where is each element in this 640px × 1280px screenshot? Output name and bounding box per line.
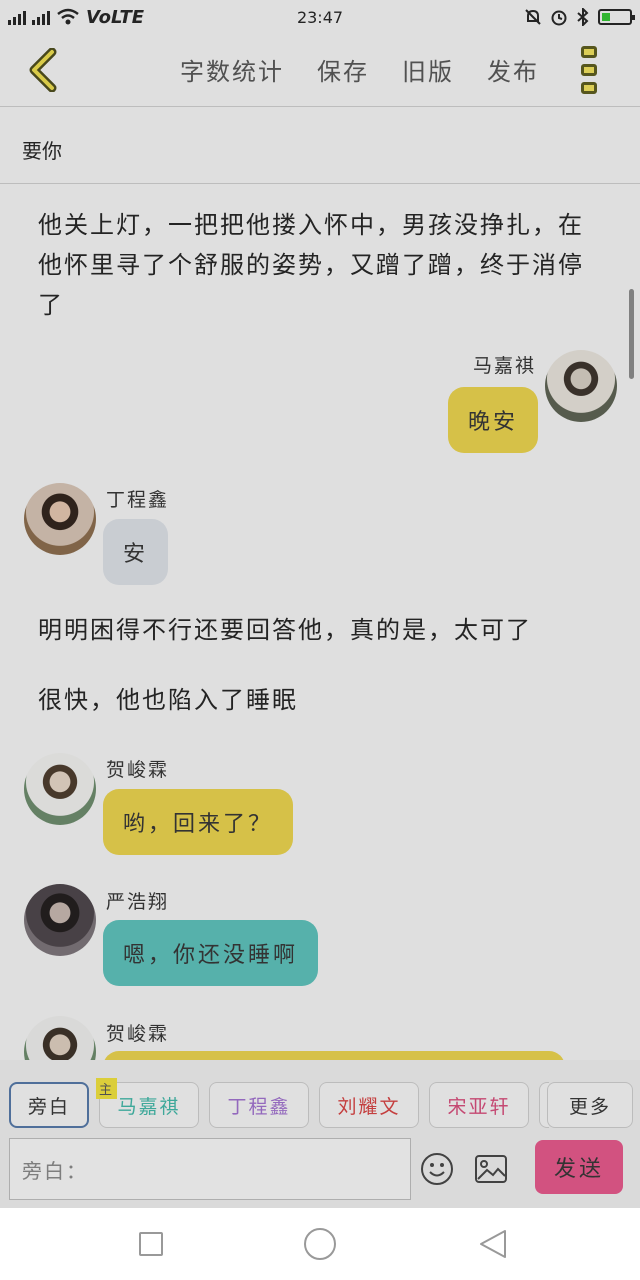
recent-apps-icon[interactable] xyxy=(139,1232,163,1256)
chat-bubble[interactable]: 哟，回来了？ xyxy=(103,789,294,855)
status-right xyxy=(524,8,635,26)
mute-bell-icon xyxy=(525,9,541,25)
alarm-icon xyxy=(551,10,567,26)
message-input[interactable]: 旁白： xyxy=(9,1138,411,1200)
home-icon[interactable] xyxy=(304,1228,336,1260)
chat-bubble[interactable] xyxy=(103,1051,565,1060)
avatar[interactable] xyxy=(545,350,617,422)
chat-bubble[interactable]: 安 xyxy=(103,519,169,585)
speaker-name: 丁程鑫 xyxy=(106,489,170,511)
publish-button[interactable]: 发布 xyxy=(487,52,539,87)
top-toolbar: 字数统计 保存 旧版 发布 xyxy=(0,34,640,106)
bluetooth-icon xyxy=(577,8,589,26)
editor-screen: VoLTE 23:47 字数统计 保存 旧版 发布 要你 他关上灯，一把把他搂入… xyxy=(0,0,640,1280)
word-count-button[interactable]: 字数统计 xyxy=(180,52,284,87)
scrollbar[interactable] xyxy=(629,289,634,379)
signal-icon-2 xyxy=(32,9,50,25)
status-time: 23:47 xyxy=(296,7,344,27)
back-arrow-icon[interactable] xyxy=(22,48,66,92)
avatar[interactable] xyxy=(24,753,96,825)
character-chip-c1[interactable]: 主 马嘉祺 xyxy=(96,1078,199,1128)
narration-text[interactable]: 他关上灯，一把把他搂入怀中，男孩没挣扎，在他怀里寻了个舒服的姿势，又蹭了蹭，终于… xyxy=(38,205,608,325)
chip-label: 马嘉祺 xyxy=(117,1095,181,1118)
main-badge: 主 xyxy=(96,1078,118,1099)
more-characters-button[interactable]: 更多 xyxy=(547,1082,633,1128)
image-icon[interactable] xyxy=(474,1154,508,1184)
chat-bubble[interactable]: 嗯，你还没睡啊 xyxy=(103,920,319,986)
more-menu-icon[interactable] xyxy=(578,46,600,94)
character-chip-narration[interactable]: 旁白 xyxy=(9,1082,89,1128)
speaker-name: 贺峻霖 xyxy=(106,759,170,781)
avatar[interactable] xyxy=(24,1016,96,1060)
speaker-name: 贺峻霖 xyxy=(106,1023,170,1045)
status-left: VoLTE xyxy=(8,7,144,28)
save-button[interactable]: 保存 xyxy=(317,52,369,87)
send-button[interactable]: 发送 xyxy=(535,1140,623,1194)
chat-bubble[interactable]: 晚安 xyxy=(448,387,539,453)
narration-text[interactable]: 很快，他也陷入了睡眠 xyxy=(38,680,608,720)
nav-back-icon[interactable] xyxy=(478,1228,508,1260)
narration-text[interactable]: 明明困得不行还要回答他，真的是，太可了 xyxy=(38,610,608,650)
avatar[interactable] xyxy=(24,884,96,956)
volte-label: VoLTE xyxy=(86,6,145,28)
signal-icon xyxy=(8,9,26,25)
story-content[interactable]: 他关上灯，一把把他搂入怀中，男孩没挣扎，在他怀里寻了个舒服的姿势，又蹭了蹭，终于… xyxy=(0,185,640,1060)
avatar[interactable] xyxy=(24,483,96,555)
character-selector: 旁白 主 马嘉祺 丁程鑫 刘耀文 宋亚轩 更多 xyxy=(9,1078,633,1128)
wifi-icon xyxy=(57,8,79,25)
status-bar: VoLTE 23:47 xyxy=(0,0,640,34)
navigation-bar xyxy=(0,1208,640,1280)
speaker-name: 严浩翔 xyxy=(106,891,170,913)
input-panel: 旁白 主 马嘉祺 丁程鑫 刘耀文 宋亚轩 更多 旁白： 发送 xyxy=(0,1060,640,1208)
character-chip-c3[interactable]: 刘耀文 xyxy=(319,1082,419,1128)
speaker-name: 马嘉祺 xyxy=(472,355,536,377)
battery-icon xyxy=(598,9,635,25)
character-chip-c2[interactable]: 丁程鑫 xyxy=(209,1082,309,1128)
character-chip-c4[interactable]: 宋亚轩 xyxy=(429,1082,529,1128)
chapter-title[interactable]: 要你 xyxy=(0,106,640,184)
old-version-button[interactable]: 旧版 xyxy=(402,52,454,87)
toolbar-actions: 字数统计 保存 旧版 发布 xyxy=(180,52,539,87)
emoji-icon[interactable] xyxy=(420,1152,454,1186)
